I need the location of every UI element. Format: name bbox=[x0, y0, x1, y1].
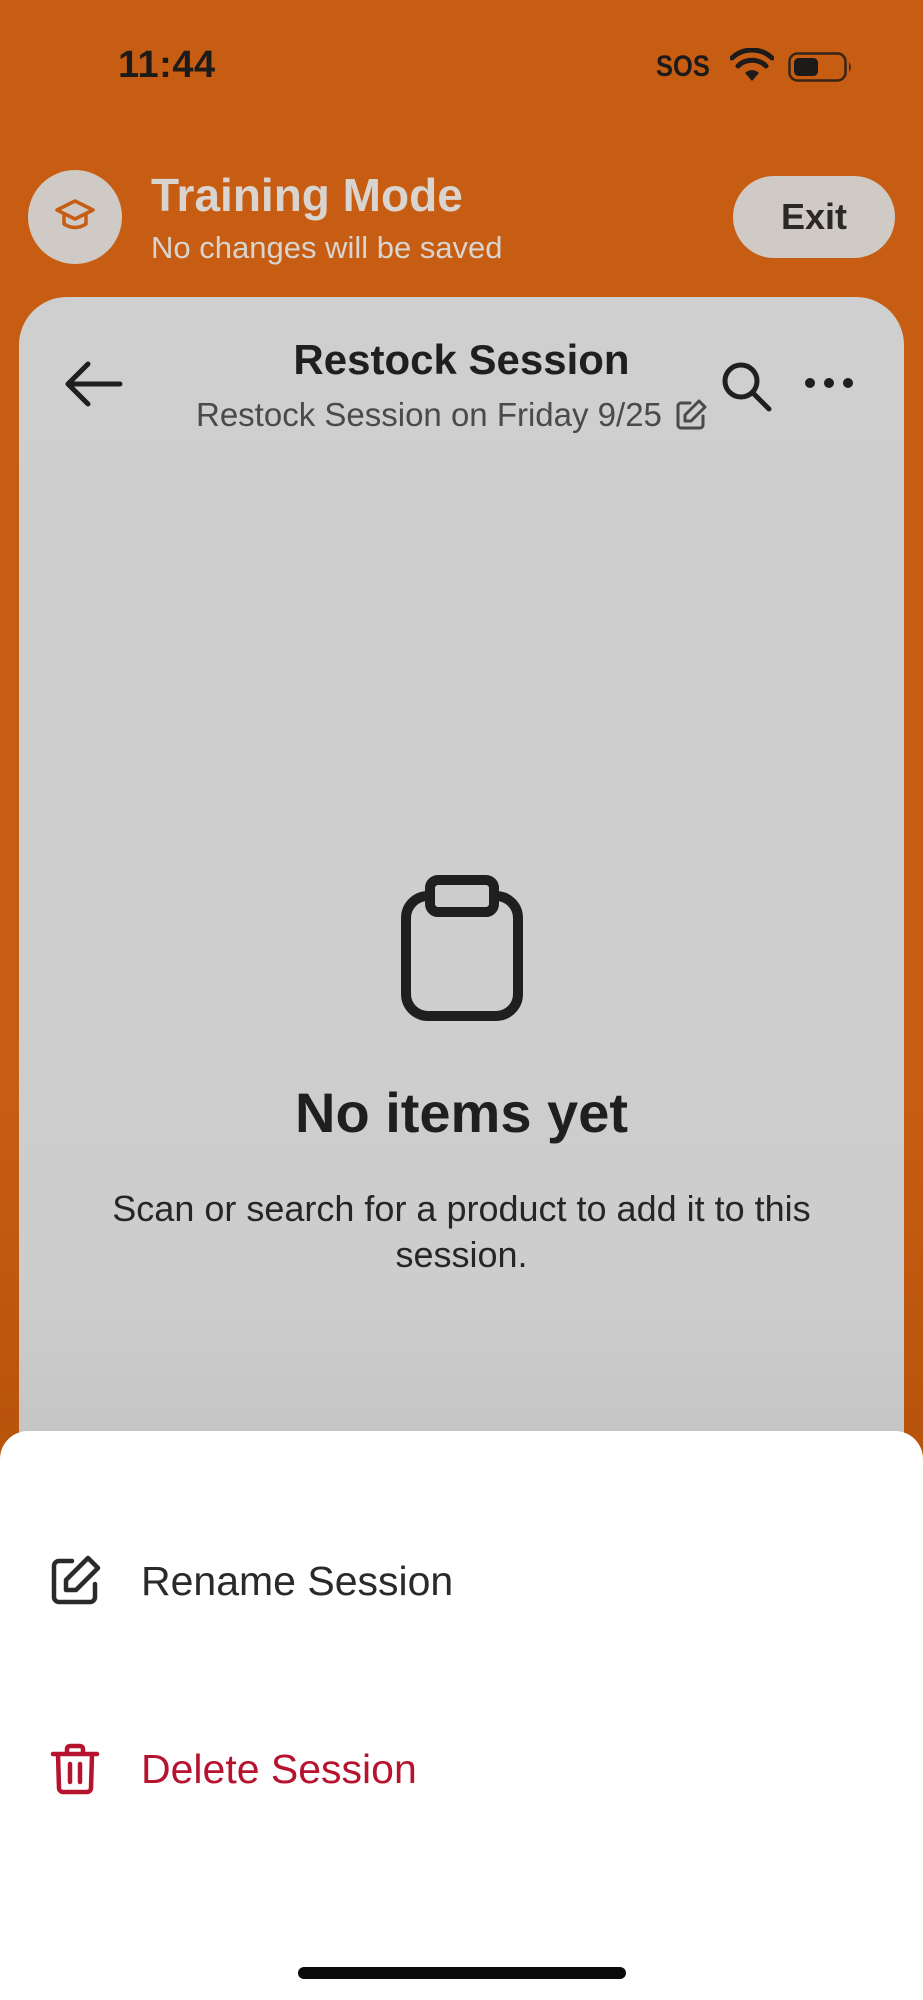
graduation-cap-icon bbox=[55, 199, 95, 230]
session-subtitle: Restock Session on Friday 9/25 bbox=[196, 396, 662, 433]
training-mode-title: Training Mode bbox=[151, 169, 463, 221]
session-title: Restock Session bbox=[293, 336, 630, 383]
battery-icon bbox=[788, 52, 851, 82]
trash-icon bbox=[50, 1743, 100, 1795]
empty-state-title: No items yet bbox=[295, 1081, 628, 1144]
session-subtitle-row[interactable]: Restock Session on Friday 9/25 bbox=[196, 396, 708, 434]
delete-session-label: Delete Session bbox=[141, 1745, 417, 1792]
screen: 11:44 SOS Training Mode No changes will … bbox=[0, 0, 923, 2000]
home-indicator[interactable] bbox=[298, 1967, 626, 1979]
edit-icon bbox=[51, 1555, 101, 1605]
clipboard-icon bbox=[401, 875, 523, 1021]
status-carrier: SOS bbox=[656, 50, 710, 83]
more-horizontal-icon[interactable] bbox=[803, 368, 855, 398]
delete-session-button[interactable]: Delete Session bbox=[0, 1709, 923, 1829]
empty-state-description: Scan or search for a product to add it t… bbox=[112, 1188, 811, 1275]
exit-training-button[interactable]: Exit bbox=[733, 176, 895, 258]
edit-icon[interactable] bbox=[674, 398, 708, 432]
status-time: 11:44 bbox=[118, 44, 216, 86]
wifi-icon bbox=[730, 48, 774, 81]
search-icon[interactable] bbox=[718, 358, 774, 414]
rename-session-button[interactable]: Rename Session bbox=[0, 1521, 923, 1641]
rename-session-label: Rename Session bbox=[141, 1557, 454, 1604]
training-badge bbox=[28, 170, 122, 264]
training-mode-subtitle: No changes will be saved bbox=[151, 230, 503, 265]
